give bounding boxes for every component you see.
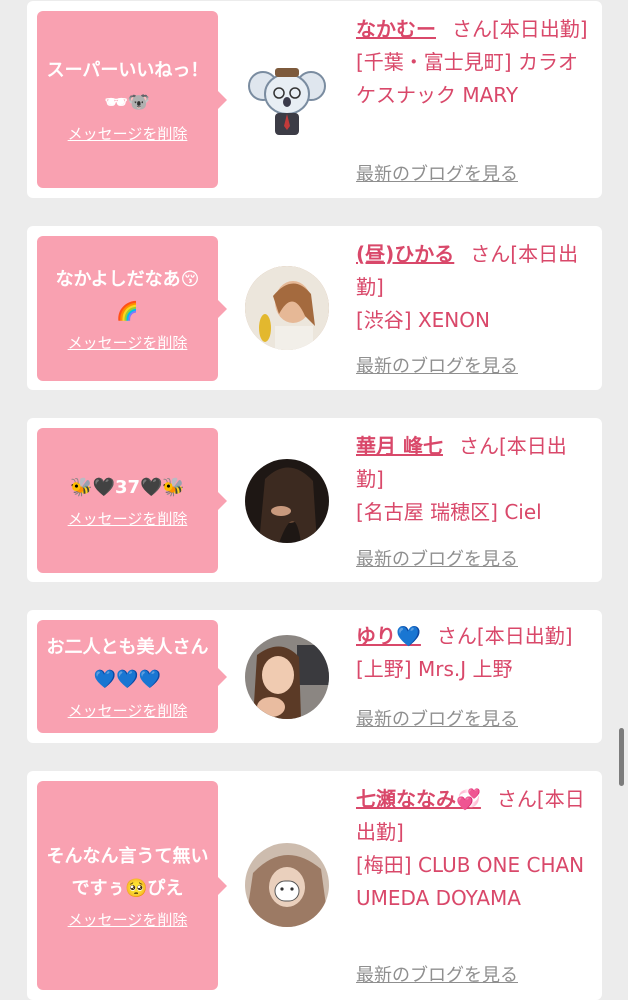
avatar[interactable] (245, 56, 329, 140)
message-bubble: 🐝🖤37🖤🐝 メッセージを削除 (37, 428, 227, 573)
woman-photo-icon (245, 635, 329, 719)
woman-photo-icon (245, 843, 329, 927)
hostess-info: なかむー さん[本日出勤] [千葉・富士見町] カラオケスナック MARY (356, 13, 594, 112)
message-text: 🐝🖤37🖤🐝 (70, 477, 185, 498)
message-card: なかよしだなあ😚🌈 メッセージを削除 (昼)ひかる さん[本日出勤] [渋谷] X… (27, 226, 602, 390)
latest-blog-link[interactable]: 最新のブログを見る (356, 545, 518, 571)
message-bubble: そんなん言うて無いですぅ🥺ぴえ メッセージを削除 (37, 781, 227, 990)
avatar[interactable] (245, 459, 329, 543)
hostess-name-link[interactable]: なかむー (356, 17, 436, 41)
hostess-info: 七瀬ななみ💞 さん[本日出勤] [梅田] CLUB ONE CHAN UMEDA … (356, 783, 594, 915)
latest-blog-link[interactable]: 最新のブログを見る (356, 961, 518, 987)
avatar[interactable] (245, 266, 329, 350)
avatar[interactable] (245, 843, 329, 927)
message-card: お二人とも美人さん💙💙💙 メッセージを削除 ゆり💙 さん[本日出勤] [上野] M… (27, 610, 602, 743)
hostess-info: (昼)ひかる さん[本日出勤] [渋谷] XENON (356, 238, 594, 337)
message-card: スーパーいいねっ！🕶🐨 メッセージを削除 なかむー さん[本日出勤] [千葉・富士… (27, 1, 602, 198)
hostess-name-link[interactable]: ゆり💙 (356, 624, 421, 648)
shop-info: [千葉・富士見町] カラオケスナック MARY (356, 50, 578, 107)
honorific-status: さん[本日出勤] (452, 17, 588, 41)
message-bubble: なかよしだなあ😚🌈 メッセージを削除 (37, 236, 227, 381)
shop-info: [名古屋 瑞穂区] Ciel (356, 500, 542, 524)
latest-blog-link[interactable]: 最新のブログを見る (356, 705, 518, 731)
koala-icon (248, 68, 326, 135)
delete-message-link[interactable]: メッセージを削除 (68, 508, 188, 529)
message-bubble: スーパーいいねっ！🕶🐨 メッセージを削除 (37, 11, 227, 188)
hostess-name-link[interactable]: 七瀬ななみ💞 (356, 787, 481, 811)
message-text: そんなん言うて無いですぅ🥺ぴえ (46, 846, 209, 899)
message-text: スーパーいいねっ！🕶🐨 (46, 60, 209, 113)
message-card: そんなん言うて無いですぅ🥺ぴえ メッセージを削除 七瀬ななみ💞 さん[本日出勤] … (27, 771, 602, 1000)
hostess-name-link[interactable]: (昼)ひかる (356, 242, 454, 266)
delete-message-link[interactable]: メッセージを削除 (68, 700, 188, 721)
latest-blog-link[interactable]: 最新のブログを見る (356, 352, 518, 378)
woman-photo-icon (245, 459, 329, 543)
message-text: なかよしだなあ😚🌈 (55, 269, 200, 322)
latest-blog-link[interactable]: 最新のブログを見る (356, 160, 518, 186)
woman-photo-icon (245, 266, 329, 350)
hostess-name-link[interactable]: 華月 峰七 (356, 434, 443, 458)
hostess-info: 華月 峰七 さん[本日出勤] [名古屋 瑞穂区] Ciel (356, 430, 594, 529)
shop-info: [梅田] CLUB ONE CHAN UMEDA DOYAMA (356, 853, 585, 910)
message-text: お二人とも美人さん💙💙💙 (46, 637, 209, 690)
delete-message-link[interactable]: メッセージを削除 (68, 123, 188, 144)
delete-message-link[interactable]: メッセージを削除 (68, 332, 188, 353)
shop-info: [渋谷] XENON (356, 308, 490, 332)
delete-message-link[interactable]: メッセージを削除 (68, 909, 188, 930)
shop-info: [上野] Mrs.J 上野 (356, 657, 513, 681)
scrollbar-thumb[interactable] (619, 728, 624, 786)
hostess-info: ゆり💙 さん[本日出勤] [上野] Mrs.J 上野 (356, 620, 600, 686)
honorific-status: さん[本日出勤] (436, 624, 573, 648)
avatar[interactable] (245, 635, 329, 719)
message-bubble: お二人とも美人さん💙💙💙 メッセージを削除 (37, 620, 227, 733)
message-card: 🐝🖤37🖤🐝 メッセージを削除 華月 峰七 さん[本日出勤] [名古屋 瑞穂区] … (27, 418, 602, 582)
